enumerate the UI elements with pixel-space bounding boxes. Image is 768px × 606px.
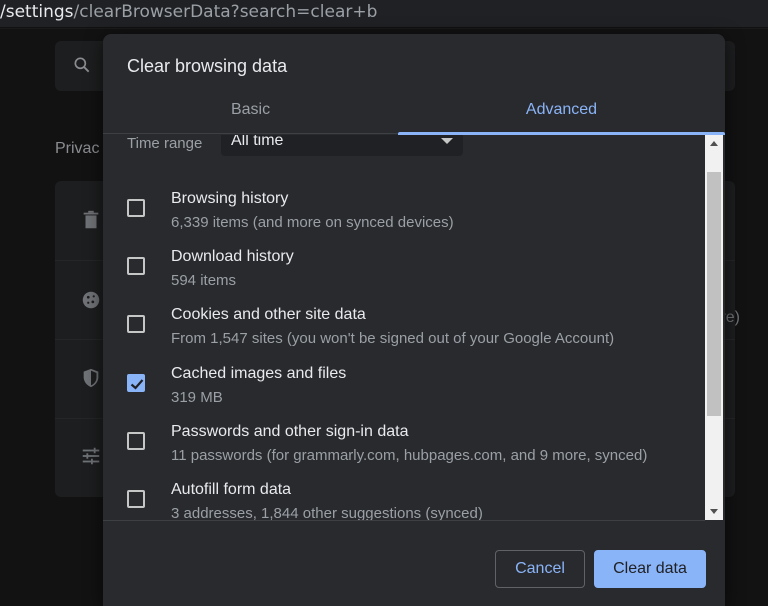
time-range-row: Time range All time	[127, 135, 467, 162]
autofill-checkbox[interactable]	[127, 490, 145, 508]
search-icon	[74, 57, 90, 73]
url-text[interactable]: /settings/clearBrowserData?search=clear+…	[0, 2, 377, 22]
cookies-checkbox[interactable]	[127, 315, 145, 333]
time-range-select[interactable]: All time	[221, 135, 463, 156]
option-description: 594 items	[171, 272, 237, 289]
tab-advanced[interactable]: Advanced	[398, 92, 725, 135]
options-scrollbar[interactable]	[705, 135, 723, 520]
option-cached-images[interactable]: Cached images and files 319 MB	[127, 365, 687, 415]
chevron-down-icon	[441, 138, 453, 144]
cookie-icon	[82, 291, 100, 309]
download-history-checkbox[interactable]	[127, 257, 145, 275]
option-autofill[interactable]: Autofill form data 3 addresses, 1,844 ot…	[127, 481, 687, 520]
option-description: 11 passwords (for grammarly.com, hubpage…	[171, 447, 648, 464]
clear-browsing-data-dialog: Clear browsing data Basic Advanced Time …	[103, 34, 725, 606]
option-title: Browsing history	[171, 190, 289, 207]
option-description: 6,339 items (and more on synced devices)	[171, 214, 454, 231]
browsing-history-checkbox[interactable]	[127, 199, 145, 217]
time-range-label: Time range	[127, 135, 203, 152]
option-title: Passwords and other sign-in data	[171, 423, 409, 440]
time-range-value: All time	[231, 135, 284, 149]
option-cookies[interactable]: Cookies and other site data From 1,547 s…	[127, 306, 687, 356]
option-title: Cookies and other site data	[171, 306, 366, 323]
tab-advanced-label: Advanced	[525, 101, 598, 118]
option-download-history[interactable]: Download history 594 items	[127, 248, 687, 298]
privacy-section-label: Privac	[55, 140, 100, 157]
option-description: From 1,547 sites (you won't be signed ou…	[171, 330, 615, 347]
checkmark-icon	[130, 379, 144, 390]
url-path: /clearBrowserData?search=clear+b	[73, 2, 378, 22]
cancel-button[interactable]: Cancel	[495, 550, 585, 588]
option-description: 319 MB	[171, 389, 223, 406]
options-scroll-area[interactable]: Time range All time Browsing history 6,3…	[103, 135, 725, 520]
address-bar[interactable]: /settings/clearBrowserData?search=clear+…	[0, 0, 768, 28]
cached-images-checkbox[interactable]	[127, 374, 145, 392]
tab-strip: Basic Advanced	[103, 92, 725, 135]
option-title: Download history	[171, 248, 294, 265]
option-passwords[interactable]: Passwords and other sign-in data 11 pass…	[127, 423, 687, 473]
clear-data-button[interactable]: Clear data	[594, 550, 706, 588]
scroll-down-arrow-icon[interactable]	[710, 509, 718, 514]
footer-divider	[103, 520, 705, 521]
tune-icon	[82, 447, 100, 465]
trash-icon	[83, 210, 99, 229]
scroll-up-arrow-icon[interactable]	[710, 141, 718, 146]
option-browsing-history[interactable]: Browsing history 6,339 items (and more o…	[127, 190, 687, 240]
tab-basic[interactable]: Basic	[103, 92, 398, 134]
option-title: Autofill form data	[171, 481, 292, 498]
scrollbar-thumb[interactable]	[707, 172, 721, 416]
dialog-title: Clear browsing data	[127, 56, 288, 76]
option-title: Cached images and files	[171, 365, 347, 382]
passwords-checkbox[interactable]	[127, 432, 145, 450]
url-prefix: /settings	[0, 2, 74, 22]
option-description: 3 addresses, 1,844 other suggestions (sy…	[171, 505, 483, 520]
shield-icon	[83, 368, 99, 388]
